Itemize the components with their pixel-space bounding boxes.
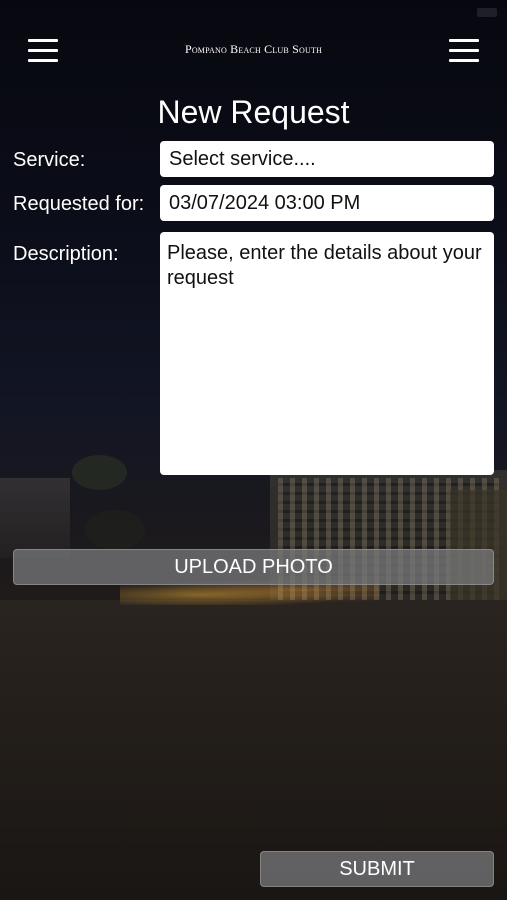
requested-for-label: Requested for: [13,193,145,215]
status-bar [10,5,497,21]
app-title: Pompano Beach Club South [184,42,323,56]
battery-icon [477,8,497,17]
hamburger-menu-icon[interactable] [28,36,58,64]
upload-photo-button[interactable]: UPLOAD PHOTO [13,549,494,585]
palm-tree [85,510,145,550]
description-textarea[interactable]: Please, enter the details about your req… [160,232,494,475]
page-title: New Request [157,94,350,130]
building-left [0,478,70,558]
service-select[interactable]: Select service.... [160,141,494,177]
service-label: Service: [13,149,86,171]
description-label: Description: [13,243,119,265]
hamburger-menu-icon[interactable] [449,36,479,64]
requested-for-datetime-field[interactable]: 03/07/2024 03:00 PM [160,185,494,221]
palm-tree [72,455,127,490]
submit-button[interactable]: SUBMIT [260,851,494,887]
